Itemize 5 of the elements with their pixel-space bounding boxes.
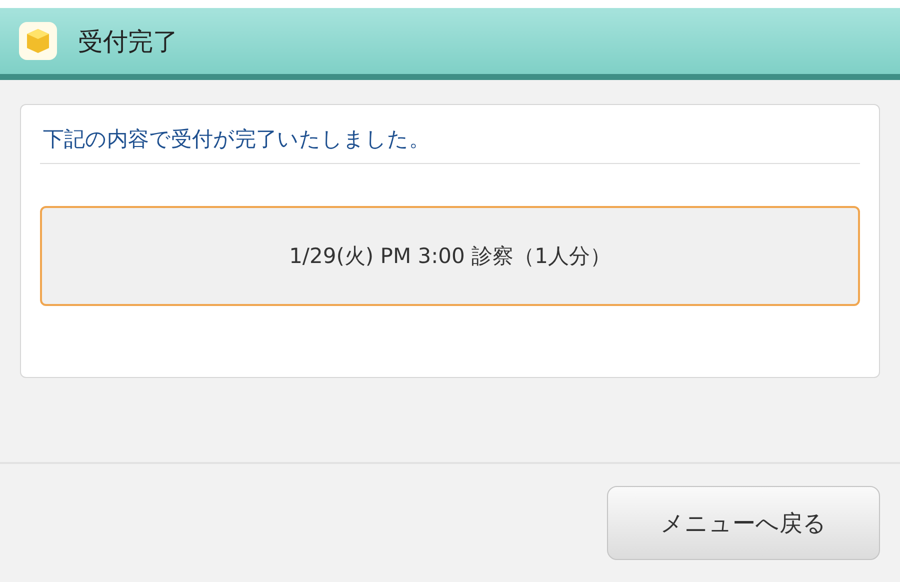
confirmation-message: 下記の内容で受付が完了いたしました。 <box>40 105 860 164</box>
window-title: 受付完了 <box>78 26 178 58</box>
app-icon <box>18 21 58 61</box>
reservation-details: 1/29(火) PM 3:00 診察（1人分） <box>289 243 611 270</box>
back-to-menu-button[interactable]: メニューへ戻る <box>607 486 880 560</box>
